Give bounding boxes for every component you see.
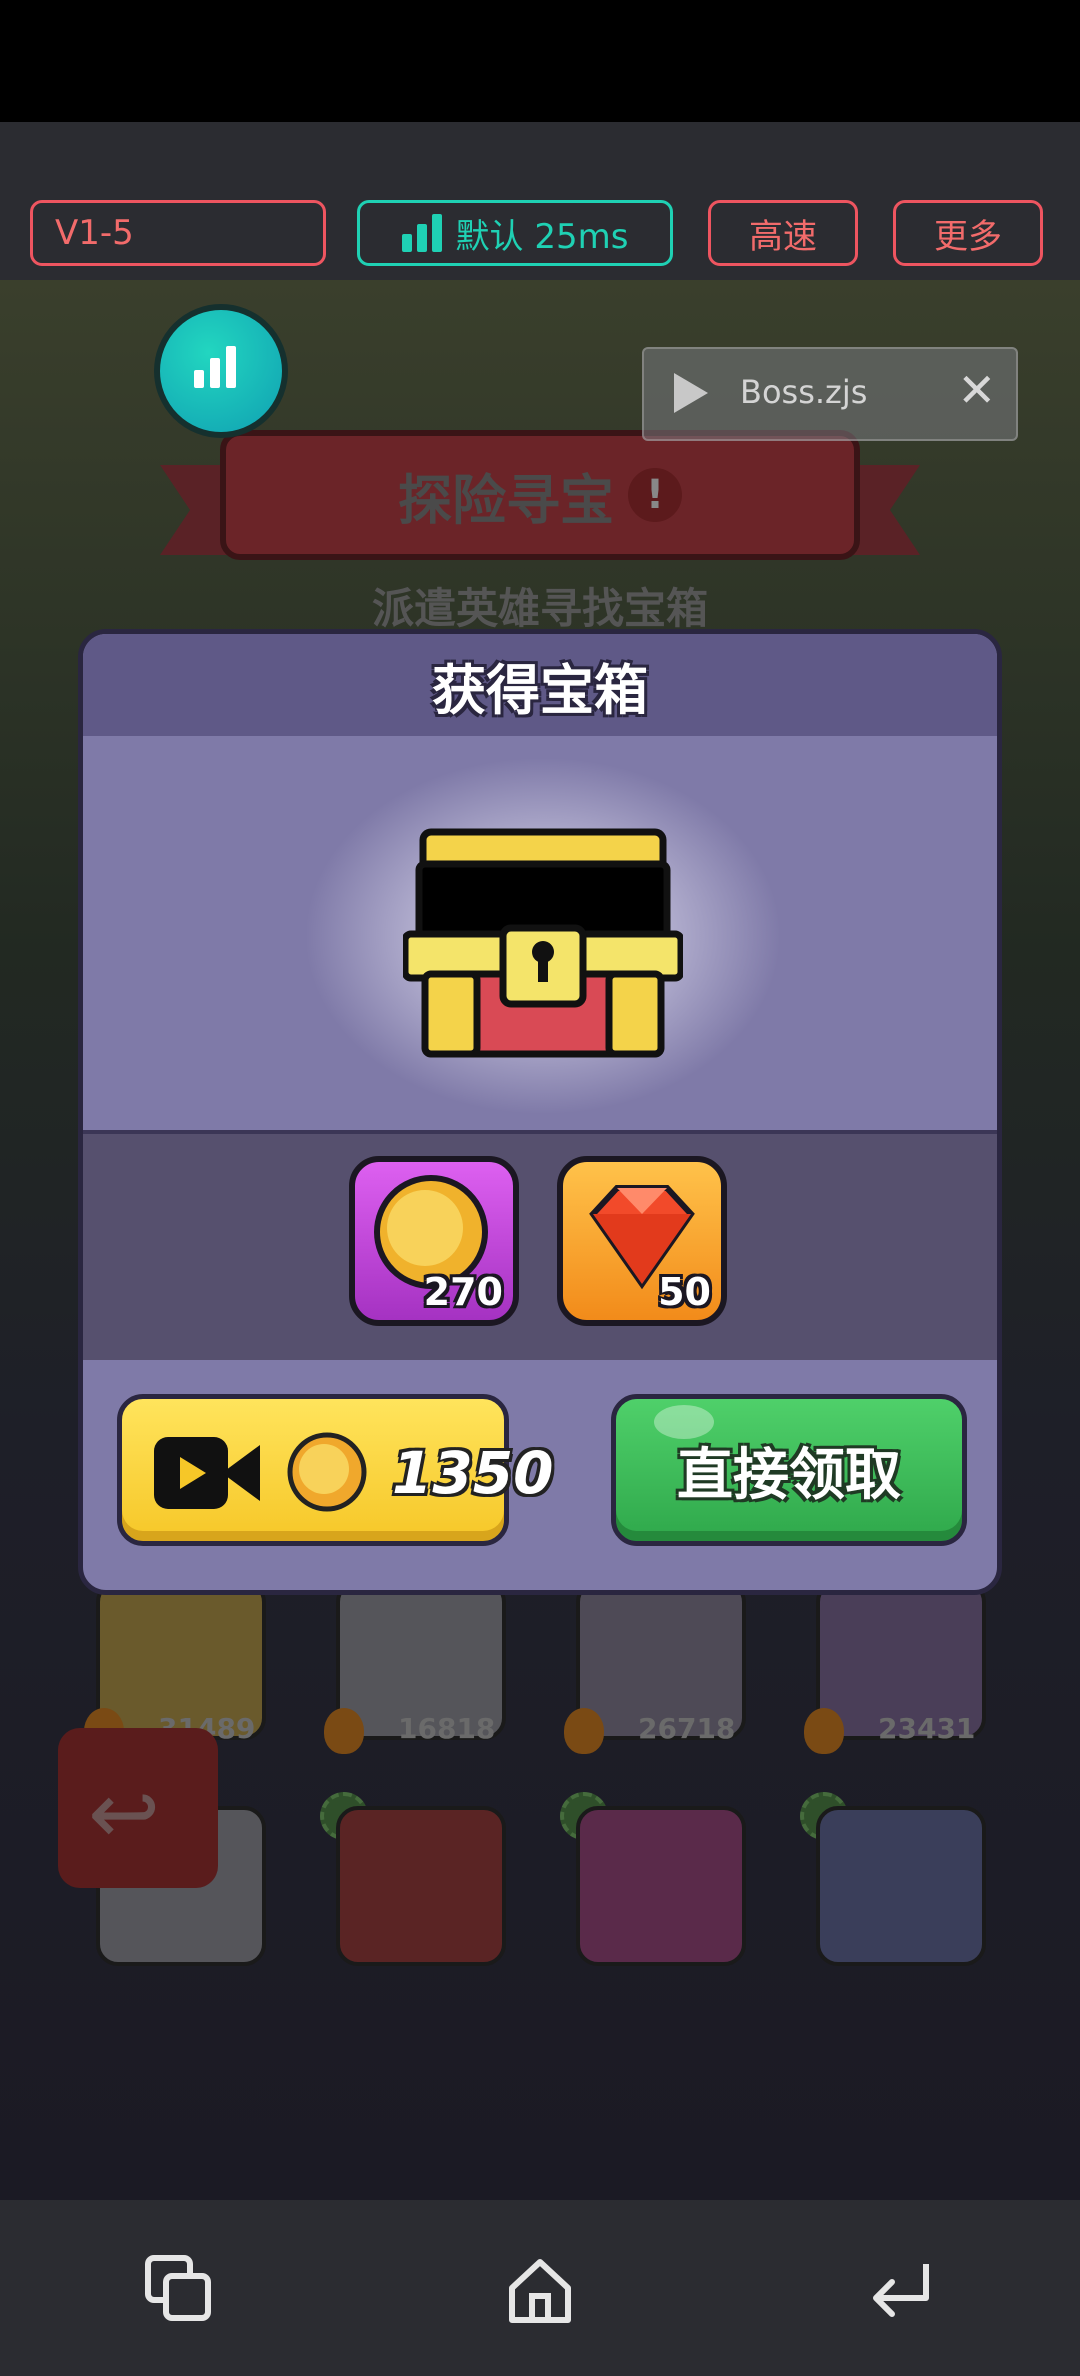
ad-reward-amount: 1350 [392, 1439, 554, 1507]
hero-card[interactable] [576, 1806, 746, 1966]
navigation-bar [0, 2200, 1080, 2376]
claim-label: 直接领取 [677, 1442, 901, 1508]
banner: 探险寻宝 ! [160, 430, 920, 570]
reward-quantity: 50 [658, 1270, 711, 1314]
version-button[interactable]: V1-5 [30, 200, 326, 266]
script-name: Boss.zjs [740, 373, 868, 411]
chest-area [83, 736, 997, 1132]
game-back-button[interactable]: ↩ [58, 1728, 218, 1888]
signal-bars-icon [401, 214, 442, 252]
bar-chart-icon [194, 344, 236, 388]
floating-stats-button[interactable] [154, 304, 288, 438]
back-icon[interactable] [860, 2250, 940, 2330]
speed-mode-label: 默认 25ms [455, 216, 629, 257]
reward-item[interactable]: 50 [557, 1156, 727, 1326]
flame-icon [564, 1708, 604, 1754]
hero-card[interactable] [336, 1806, 506, 1966]
back-arrow-icon: ↩ [88, 1764, 161, 1864]
reward-quantity: 270 [423, 1270, 503, 1314]
status-bar [0, 0, 1080, 122]
more-label: 更多 [934, 216, 1002, 257]
treasure-chest-icon [403, 828, 683, 1058]
more-button[interactable]: 更多 [893, 200, 1043, 266]
reward-strip: 270 50 [83, 1130, 997, 1360]
script-player: Boss.zjs ✕ [642, 347, 1018, 441]
dialog-header: 获得宝箱 [83, 634, 997, 736]
hero-power: 26718 [638, 1712, 736, 1745]
banner-title-box: 探险寻宝 ! [220, 430, 860, 560]
info-badge-icon: ! [628, 468, 682, 522]
watch-ad-button[interactable]: 1350 [117, 1394, 553, 1546]
banner-title: 探险寻宝 [398, 468, 614, 532]
dialog-title: 获得宝箱 [432, 658, 648, 722]
hero-card[interactable] [816, 1806, 986, 1966]
recent-apps-icon[interactable] [140, 2250, 220, 2330]
close-icon[interactable]: ✕ [957, 363, 996, 417]
flame-icon [324, 1708, 364, 1754]
gold-coin-icon [287, 1432, 367, 1512]
play-icon[interactable] [674, 373, 708, 413]
hero-power: 23431 [878, 1712, 976, 1745]
script-toolbar: V1-5 默认 25ms 高速 更多 [0, 122, 1080, 280]
fast-label: 高速 [749, 216, 817, 257]
claim-directly-button[interactable]: 直接领取 [611, 1394, 967, 1546]
reward-dialog: 获得宝箱 270 50 1350 直接领取 [78, 629, 1002, 1595]
speed-mode-button[interactable]: 默认 25ms [357, 200, 673, 266]
fast-button[interactable]: 高速 [708, 200, 858, 266]
banner-subtitle: 派遣英雄寻找宝箱 [371, 584, 708, 633]
reward-item[interactable]: 270 [349, 1156, 519, 1326]
flame-icon [804, 1708, 844, 1754]
home-icon[interactable] [500, 2250, 580, 2330]
version-label: V1-5 [55, 213, 134, 253]
video-camera-icon [154, 1437, 260, 1509]
hero-power: 16818 [398, 1712, 496, 1745]
